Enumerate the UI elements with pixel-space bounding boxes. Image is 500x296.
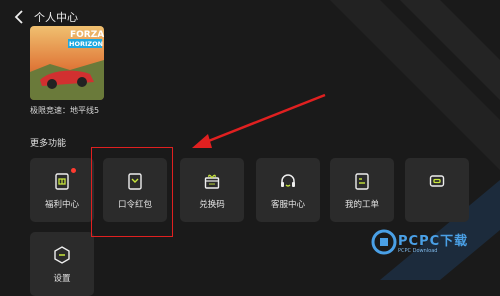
- gift-box-icon: [204, 174, 220, 189]
- game-cover-image: FORZA HORIZON: [30, 26, 104, 100]
- tile-label: 我的工单: [344, 200, 379, 210]
- cover-logo-forza: FORZA: [70, 30, 104, 40]
- tile-label: 客服中心: [270, 200, 305, 210]
- watermark-text: PCPC下载: [398, 234, 469, 249]
- tile-label: 兑换码: [199, 200, 225, 210]
- tile-label: 口令红包: [117, 200, 152, 210]
- tile-label: 设置: [53, 274, 71, 284]
- tile-label: 福利中心: [44, 200, 79, 210]
- tile-red-packet[interactable]: 口令红包: [103, 158, 167, 222]
- tile-redeem-code[interactable]: 兑换码: [180, 158, 244, 222]
- page-title: 个人中心: [34, 11, 78, 24]
- cover-logo-horizon: HORIZON: [69, 40, 103, 48]
- tile-welfare-center[interactable]: 福利中心: [30, 158, 94, 222]
- headset-icon: [281, 174, 295, 187]
- tile-ticket[interactable]: [405, 158, 469, 222]
- game-name: 极限竞速：地平线5: [30, 106, 100, 115]
- section-title: 更多功能: [30, 139, 67, 149]
- tile-settings[interactable]: 设置: [30, 232, 94, 296]
- watermark-subtext: PCPC Download: [398, 248, 438, 254]
- tile-my-tickets[interactable]: 我的工单: [330, 158, 394, 222]
- gift-calendar-icon: [55, 173, 69, 190]
- ticket-icon: [429, 175, 445, 187]
- clipboard-icon: [355, 173, 369, 190]
- hexagon-settings-icon: [54, 246, 70, 264]
- notification-badge: [71, 168, 76, 173]
- game-cover[interactable]: FORZA HORIZON: [30, 26, 104, 100]
- tile-customer-service[interactable]: 客服中心: [256, 158, 320, 222]
- back-arrow-icon[interactable]: [8, 6, 30, 28]
- red-packet-icon: [128, 173, 142, 190]
